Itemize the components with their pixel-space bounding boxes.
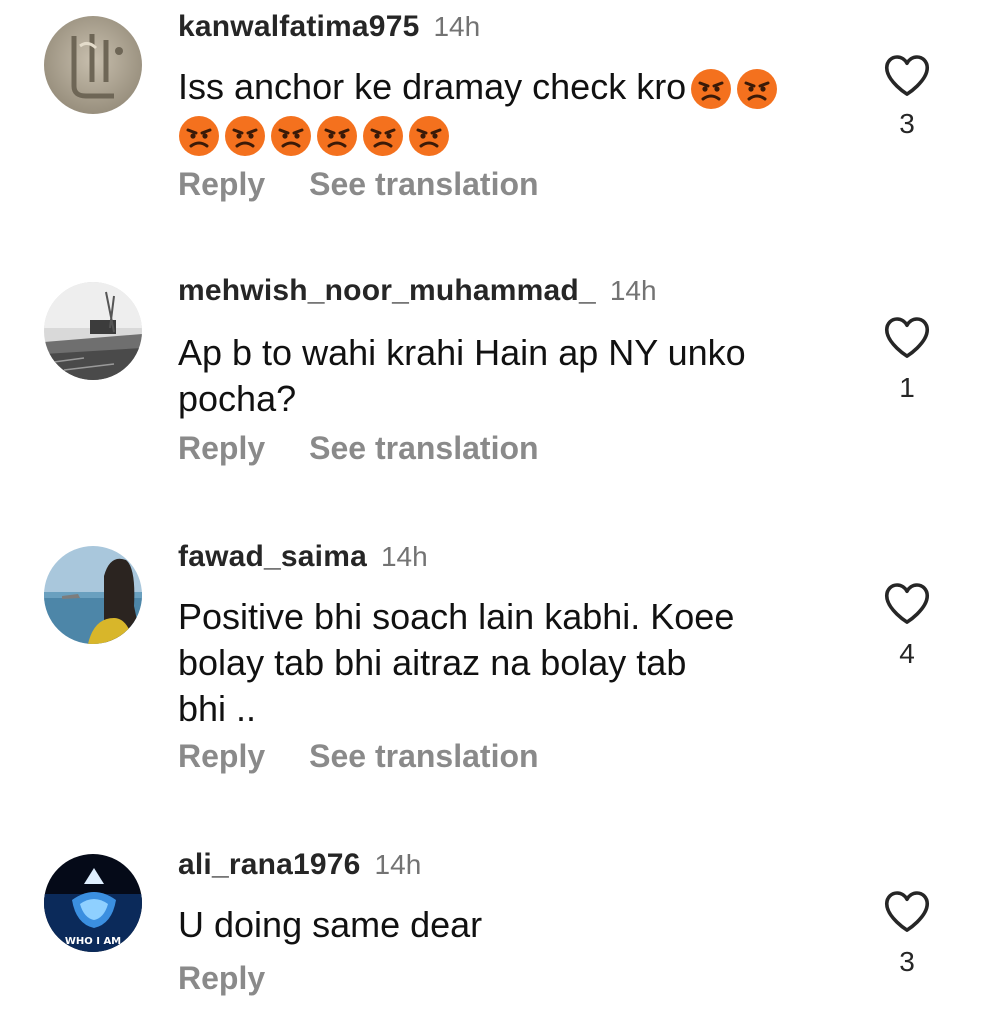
timestamp: 14h	[380, 541, 428, 572]
comment-actions: Reply See translation	[178, 166, 539, 203]
heart-outline-icon[interactable]	[880, 310, 934, 364]
like-count: 4	[899, 638, 915, 669]
heart-outline-icon[interactable]	[880, 48, 934, 102]
comment-actions: Reply See translation	[178, 430, 539, 467]
comment-text: Ap b to wahi krahi Hain ap NY unko pocha…	[178, 332, 746, 419]
see-translation-button[interactable]: See translation	[309, 738, 538, 774]
avatar[interactable]	[44, 282, 142, 380]
heart-outline-icon[interactable]	[880, 884, 934, 938]
like-count: 1	[899, 372, 915, 403]
comment-text: U doing same dear	[178, 904, 483, 945]
comment-header: fawad_saima 14h	[178, 540, 428, 580]
angry-face-icon	[178, 115, 220, 157]
username[interactable]: ali_rana1976	[178, 848, 361, 881]
comment-header: kanwalfatima975 14h	[178, 10, 480, 50]
comment-text: Iss anchor ke dramay check kro	[178, 64, 838, 157]
svg-text:WHO I AM: WHO I AM	[65, 936, 121, 947]
heart-outline-icon[interactable]	[880, 576, 934, 630]
avatar[interactable]: WHO I AM	[44, 854, 142, 952]
comment-text: Positive bhi soach lain kabhi. Koee bola…	[178, 596, 735, 729]
username[interactable]: kanwalfatima975	[178, 10, 419, 43]
like-count: 3	[899, 108, 915, 139]
comment-header: mehwish_noor_muhammad_ 14h	[178, 274, 657, 314]
see-translation-button[interactable]: See translation	[309, 166, 538, 202]
angry-face-icon	[362, 115, 404, 157]
reply-button[interactable]: Reply	[178, 738, 265, 774]
timestamp: 14h	[609, 275, 657, 306]
comment-actions: Reply	[178, 960, 265, 997]
angry-face-icon	[224, 115, 266, 157]
username[interactable]: fawad_saima	[178, 540, 367, 573]
angry-face-icon	[270, 115, 312, 157]
avatar[interactable]	[44, 16, 142, 114]
like-count: 3	[899, 946, 915, 977]
comment-header: ali_rana1976 14h	[178, 848, 421, 888]
reply-button[interactable]: Reply	[178, 960, 265, 996]
comment-actions: Reply See translation	[178, 738, 539, 775]
angry-face-icon	[316, 115, 358, 157]
angry-face-icon	[408, 115, 450, 157]
reply-button[interactable]: Reply	[178, 166, 265, 202]
timestamp: 14h	[433, 11, 481, 42]
angry-face-icon	[736, 68, 778, 110]
see-translation-button[interactable]: See translation	[309, 430, 538, 466]
reply-button[interactable]: Reply	[178, 430, 265, 466]
timestamp: 14h	[374, 849, 422, 880]
username[interactable]: mehwish_noor_muhammad_	[178, 274, 596, 307]
angry-face-icon	[690, 68, 732, 110]
avatar[interactable]	[44, 546, 142, 644]
